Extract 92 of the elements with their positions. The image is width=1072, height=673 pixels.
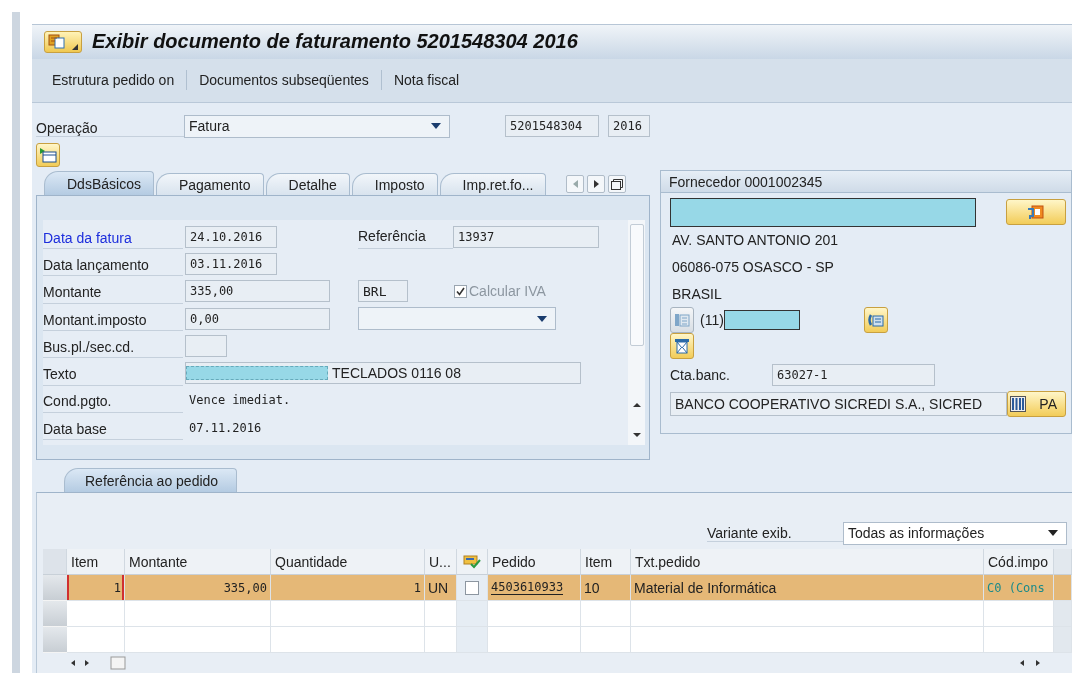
- checkbox[interactable]: [465, 580, 479, 595]
- field-label: Cond.pgto.: [43, 387, 183, 413]
- input-field[interactable]: 0,00: [185, 307, 330, 330]
- tab[interactable]: Detalhe: [265, 173, 350, 195]
- tab-list-button[interactable]: [608, 175, 627, 193]
- column-header[interactable]: Item: [67, 549, 125, 575]
- field-label: Data base: [43, 415, 183, 441]
- toolbar-button[interactable]: Estrutura pedido on: [40, 72, 187, 89]
- tab[interactable]: DdsBásicos: [44, 171, 154, 195]
- row-selector[interactable]: [43, 601, 67, 627]
- row-selector[interactable]: [43, 627, 67, 653]
- layout-dropdown[interactable]: Todas as informações: [843, 521, 1067, 545]
- phone-icon: [674, 312, 690, 328]
- operation-dropdown[interactable]: Fatura: [184, 114, 450, 138]
- phone-button[interactable]: [670, 307, 694, 333]
- menu-button[interactable]: [44, 30, 82, 53]
- text-field[interactable]: TECLADOS 0116 08: [185, 362, 581, 385]
- tree-button[interactable]: [36, 143, 60, 167]
- phone-number: (11): [699, 311, 724, 330]
- input-field[interactable]: 03.11.2016: [185, 252, 277, 275]
- right-arrow-icon: [593, 180, 599, 188]
- scrollbar[interactable]: [628, 220, 645, 445]
- caret-icon: [72, 43, 78, 50]
- table-cell: 1: [67, 575, 125, 601]
- field-label: Montante: [43, 278, 183, 304]
- column-header[interactable]: Item: [581, 549, 631, 575]
- field-label: Texto: [43, 360, 183, 386]
- document-number-field[interactable]: 5201548304: [505, 115, 599, 137]
- table-cell: Material de Informática: [631, 575, 984, 601]
- tab[interactable]: Referência ao pedido: [64, 468, 238, 492]
- year-field[interactable]: 2016: [608, 115, 650, 137]
- column-header[interactable]: Cód.impo: [984, 549, 1054, 575]
- document-icon: [48, 33, 66, 50]
- field-label: Cta.banc.: [670, 367, 731, 383]
- bank-button[interactable]: PA: [1007, 391, 1066, 417]
- currency-field[interactable]: BRL: [358, 280, 408, 303]
- column-header[interactable]: Montante: [125, 549, 271, 575]
- field-label: Montant.imposto: [43, 306, 183, 332]
- window-title: Exibir documento de faturamento 5201548304 2016: [92, 30, 578, 54]
- checkbox-icon: [454, 284, 467, 298]
- table-cell: UN: [425, 575, 457, 601]
- input-field[interactable]: 13937: [453, 225, 599, 248]
- address-line: AV. SANTO ANTONIO 201: [671, 230, 839, 250]
- toolbar-button[interactable]: Nota fiscal: [381, 72, 472, 89]
- table-cell: [581, 627, 631, 653]
- toolbar-button[interactable]: Documentos subseqüentes: [187, 72, 381, 89]
- address-line: BRASIL: [671, 284, 723, 304]
- field-label: Data lançamento: [43, 251, 183, 277]
- fax-icon: [867, 312, 884, 328]
- left-arrow-icon: [572, 180, 578, 188]
- dropdown-arrow-icon: [431, 123, 441, 129]
- windows-icon: [611, 178, 624, 190]
- scroll-right-button[interactable]: [587, 175, 606, 193]
- tab[interactable]: Pagamento: [155, 173, 264, 195]
- table-cell: 335,00: [125, 575, 271, 601]
- checklist-icon: [463, 554, 481, 569]
- columns-icon: [1010, 396, 1026, 412]
- input-field[interactable]: [185, 334, 227, 357]
- address-line: 06086-075 OSASCO - SP: [671, 257, 835, 277]
- table-cell: [581, 601, 631, 627]
- vendor-button[interactable]: [1006, 199, 1066, 225]
- input-field[interactable]: 335,00: [185, 280, 330, 303]
- field-value: 07.11.2016: [188, 420, 262, 435]
- order-link[interactable]: 4503610933: [491, 580, 564, 595]
- table-cell: 10: [581, 575, 631, 601]
- dropdown-arrow-icon: [537, 315, 547, 322]
- column-header[interactable]: Quantidade: [271, 549, 425, 575]
- row-selector[interactable]: [43, 575, 67, 601]
- column-header[interactable]: U...: [425, 549, 457, 575]
- column-header[interactable]: Txt.pedido: [631, 549, 984, 575]
- column-header[interactable]: [457, 549, 488, 575]
- dropdown[interactable]: [358, 307, 556, 331]
- bank-name-field[interactable]: BANCO COOPERATIVO SICREDI S.A., SICRED: [670, 392, 1007, 416]
- fax-button[interactable]: [863, 307, 888, 333]
- table-cell: [67, 627, 125, 653]
- select-all-cell[interactable]: [43, 549, 67, 575]
- table-cell: C0 (Cons: [984, 575, 1054, 601]
- email-button[interactable]: [670, 333, 694, 359]
- dropdown-arrow-icon: [1048, 530, 1058, 536]
- table-cell: [457, 627, 488, 653]
- input-field[interactable]: 24.10.2016: [185, 225, 277, 248]
- column-header[interactable]: Pedido: [488, 549, 581, 575]
- field-label: Data da fatura: [43, 224, 183, 250]
- table-cell: [67, 601, 125, 627]
- field-label: Bus.pl./sec.cd.: [43, 333, 183, 359]
- tab[interactable]: Imposto: [351, 173, 438, 195]
- table-cell: 1: [271, 575, 425, 601]
- tab[interactable]: Imp.ret.fo...: [439, 173, 547, 195]
- bank-account-field[interactable]: 63027-1: [772, 364, 935, 386]
- column-settings-button[interactable]: [1054, 549, 1072, 575]
- envelope-icon: [674, 338, 690, 354]
- field-value: Vence imediat.: [188, 393, 291, 408]
